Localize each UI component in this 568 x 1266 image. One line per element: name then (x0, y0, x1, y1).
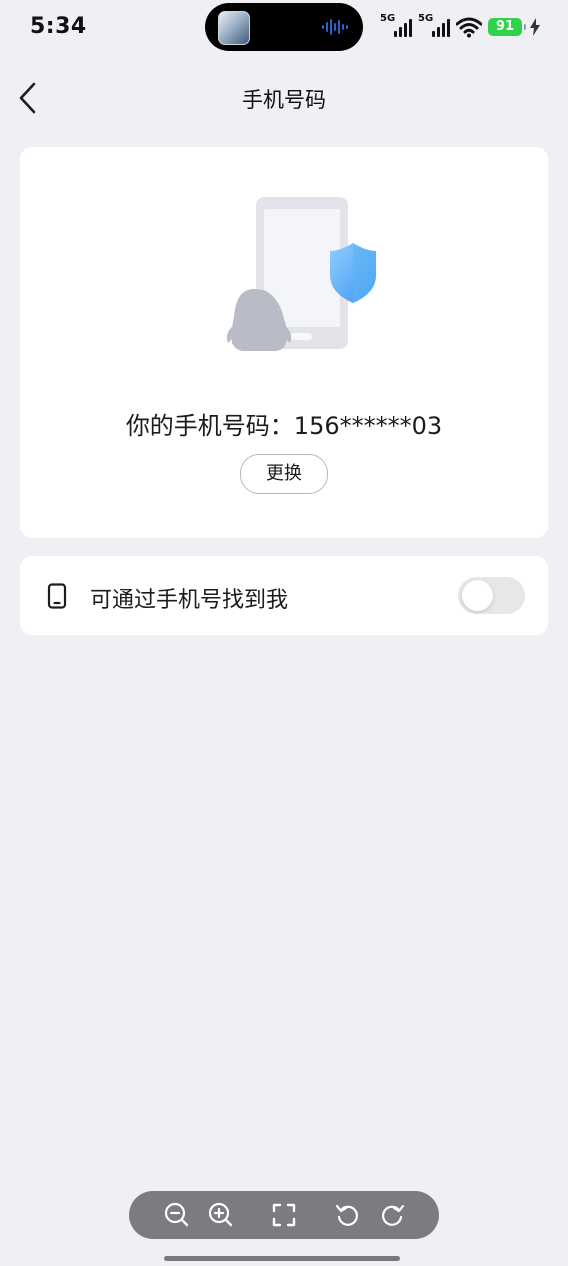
phone-icon (47, 583, 67, 609)
toggle-knob (462, 580, 493, 611)
status-bar: 5:34 5G 5G 91 (0, 0, 568, 56)
island-app-thumbnail (218, 11, 250, 45)
find-by-phone-label: 可通过手机号找到我 (90, 588, 289, 613)
phone-number-card: 你的手机号码：156******03 更换 (20, 147, 548, 538)
cellular-signal-icon: 5G (418, 13, 450, 39)
cellular-signal-icon: 5G (380, 13, 412, 39)
find-by-phone-toggle[interactable] (458, 577, 525, 614)
charging-bolt-icon (530, 18, 540, 36)
navigation-bar: 手机号码 (0, 70, 568, 126)
battery-indicator: 91 (488, 18, 526, 36)
signal-label: 5G (380, 13, 396, 24)
change-phone-button[interactable]: 更换 (240, 454, 328, 494)
zoom-in-icon[interactable] (207, 1201, 235, 1229)
fullscreen-icon[interactable] (270, 1201, 298, 1229)
audio-wave-icon (322, 19, 348, 35)
phone-number-text: 你的手机号码：156******03 (125, 412, 443, 440)
phone-shield-illustration-icon (226, 197, 376, 351)
dynamic-island (205, 3, 363, 51)
signal-label: 5G (418, 13, 434, 24)
wifi-icon (456, 17, 482, 38)
zoom-out-icon[interactable] (163, 1201, 191, 1229)
home-indicator[interactable] (164, 1256, 400, 1261)
status-indicators: 5G 5G 91 (380, 13, 540, 40)
status-time: 5:34 (30, 14, 87, 39)
find-by-phone-card: 可通过手机号找到我 (20, 556, 548, 635)
page-title: 手机号码 (242, 88, 326, 112)
rotate-left-icon[interactable] (334, 1201, 362, 1229)
rotate-right-icon[interactable] (378, 1201, 406, 1229)
image-viewer-toolbar (129, 1191, 439, 1239)
